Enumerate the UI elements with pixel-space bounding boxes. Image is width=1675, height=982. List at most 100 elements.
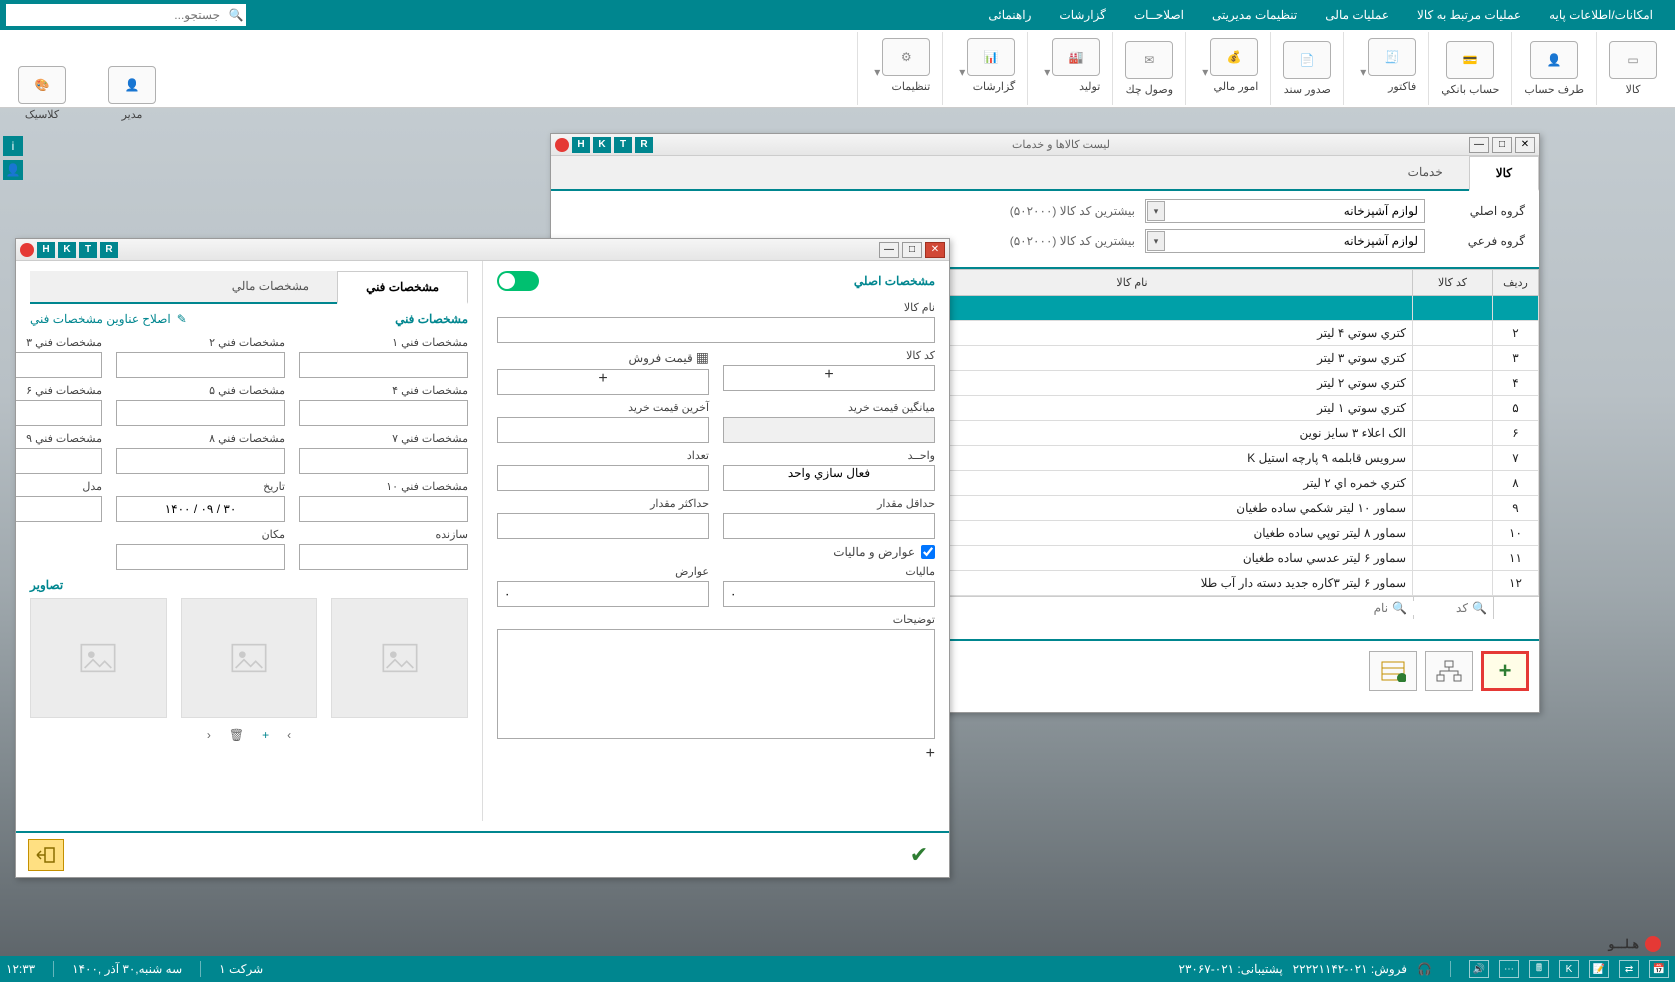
ribbon-theme-classic[interactable]: 🎨کلاسیک: [6, 66, 78, 121]
minimize-button[interactable]: —: [1469, 137, 1489, 153]
ribbon-voucher[interactable]: 📄صدور سند: [1270, 32, 1343, 105]
status-k-icon[interactable]: K: [1559, 960, 1579, 978]
shortcut-r[interactable]: R: [635, 137, 653, 153]
col-code[interactable]: کد کالا: [1413, 270, 1493, 296]
tech-spec-input[interactable]: [299, 400, 468, 426]
item-active-toggle[interactable]: [497, 271, 539, 291]
menu-goods-ops[interactable]: عملیات مرتبط به کالا: [1403, 8, 1535, 22]
min-input[interactable]: [723, 513, 935, 539]
tech-spec-input[interactable]: [299, 352, 468, 378]
status-speak-icon[interactable]: 🔊: [1469, 960, 1489, 978]
chevron-down-icon[interactable]: ▾: [1147, 231, 1165, 251]
list-view-button[interactable]: [1369, 651, 1417, 691]
menu-mgmt-settings[interactable]: تنظیمات مدیریتی: [1198, 8, 1311, 22]
close-button[interactable]: ✕: [925, 242, 945, 258]
main-group-input[interactable]: [1145, 199, 1425, 223]
sale-price-add[interactable]: +: [497, 369, 709, 395]
shortcut-k[interactable]: K: [58, 242, 76, 258]
chevron-down-icon[interactable]: ▾: [1040, 65, 1050, 79]
group-tree-button[interactable]: [1425, 651, 1473, 691]
tech-spec-input[interactable]: [299, 496, 468, 522]
maximize-button[interactable]: □: [902, 242, 922, 258]
image-prev[interactable]: ‹: [207, 728, 211, 742]
tech-spec-input[interactable]: [299, 448, 468, 474]
edit-spec-titles-link[interactable]: ✎اصلاح عناوین مشخصات فني: [30, 312, 187, 326]
shortcut-k[interactable]: K: [593, 137, 611, 153]
status-convert-icon[interactable]: ⇄: [1619, 960, 1639, 978]
shortcut-t[interactable]: T: [79, 242, 97, 258]
ribbon-user-admin[interactable]: 👤مدیر: [96, 66, 168, 121]
tech-spec-input[interactable]: [116, 448, 285, 474]
qty-input[interactable]: [497, 465, 709, 491]
menu-reports[interactable]: گزارشات: [1045, 8, 1119, 22]
tech-spec-input[interactable]: [116, 496, 285, 522]
ribbon-finance[interactable]: 💰امور مالي▾: [1185, 32, 1270, 105]
ribbon-cheque[interactable]: ✉وصول چك: [1112, 32, 1185, 105]
tax-checkbox[interactable]: [921, 545, 935, 559]
image-slot-1[interactable]: [331, 598, 468, 718]
ribbon-reports[interactable]: 📊گزارشات▾: [942, 32, 1027, 105]
duty-input[interactable]: [497, 581, 709, 607]
max-input[interactable]: [497, 513, 709, 539]
last-buy-input[interactable]: [497, 417, 709, 443]
exit-button[interactable]: [28, 839, 64, 871]
tech-spec-input[interactable]: [16, 496, 102, 522]
status-calc-icon[interactable]: 🖩: [1529, 960, 1549, 978]
ribbon-production[interactable]: 🏭توليد▾: [1027, 32, 1112, 105]
ribbon-settings[interactable]: ⚙تنظيمات▾: [857, 32, 942, 105]
main-group-combo[interactable]: ▾: [1145, 199, 1425, 223]
chevron-down-icon[interactable]: ▾: [870, 65, 880, 79]
global-search[interactable]: 🔍: [6, 4, 246, 26]
chevron-down-icon[interactable]: ▾: [1356, 65, 1366, 79]
col-row[interactable]: رديف: [1493, 270, 1539, 296]
tech-spec-input[interactable]: [16, 448, 102, 474]
menu-help[interactable]: راهنمائی: [974, 8, 1045, 22]
tech-spec-input[interactable]: [116, 400, 285, 426]
chevron-down-icon[interactable]: ▾: [1198, 65, 1208, 79]
item-detail-titlebar[interactable]: H K T R — □ ✕: [16, 239, 949, 261]
tab-finance-specs[interactable]: مشخصات مالي: [204, 271, 337, 302]
tech-spec-input[interactable]: [16, 400, 102, 426]
add-item-button[interactable]: +: [1481, 651, 1529, 691]
info-widget-icon[interactable]: i: [3, 136, 23, 156]
shortcut-r[interactable]: R: [100, 242, 118, 258]
confirm-button[interactable]: ✔: [901, 839, 937, 871]
status-cal-icon[interactable]: 📅: [1649, 960, 1669, 978]
status-note-icon[interactable]: 📝: [1589, 960, 1609, 978]
ribbon-invoice[interactable]: 🧾فاکتور▾: [1343, 32, 1428, 105]
menu-basics[interactable]: امکانات/اطلاعات پایه: [1535, 8, 1667, 22]
image-slot-3[interactable]: [30, 598, 167, 718]
chevron-down-icon[interactable]: ▾: [1147, 201, 1165, 221]
shortcut-h[interactable]: H: [572, 137, 590, 153]
image-next[interactable]: ›: [287, 728, 291, 742]
tech-spec-input[interactable]: [16, 352, 102, 378]
shortcut-t[interactable]: T: [614, 137, 632, 153]
image-delete[interactable]: 🗑: [229, 728, 244, 742]
close-button[interactable]: ✕: [1515, 137, 1535, 153]
menu-finance-ops[interactable]: عملیات مالی: [1311, 8, 1403, 22]
tax-input[interactable]: [723, 581, 935, 607]
tax-checkbox-row[interactable]: عوارض و مالیات: [497, 545, 935, 559]
add-more-button[interactable]: +: [497, 745, 935, 763]
ribbon-goods[interactable]: ▭کالا: [1596, 32, 1669, 105]
ribbon-bank-account[interactable]: 💳حساب بانکي: [1428, 32, 1511, 105]
status-dots-icon[interactable]: ⋯: [1499, 960, 1519, 978]
global-search-input[interactable]: [6, 8, 226, 22]
item-name-input[interactable]: [497, 317, 935, 343]
tab-tech-specs[interactable]: مشخصات فني: [337, 271, 468, 304]
tab-services[interactable]: خدمات: [1382, 156, 1469, 189]
unit-activate-button[interactable]: فعال سازي واحد: [723, 465, 935, 491]
minimize-button[interactable]: —: [879, 242, 899, 258]
image-add[interactable]: +: [262, 728, 269, 742]
sub-group-input[interactable]: [1145, 229, 1425, 253]
image-slot-2[interactable]: [181, 598, 318, 718]
tech-spec-input[interactable]: [116, 544, 285, 570]
chevron-down-icon[interactable]: ▾: [955, 65, 965, 79]
tab-goods[interactable]: کالا: [1469, 156, 1539, 191]
user-widget-icon[interactable]: 👤: [3, 160, 23, 180]
maximize-button[interactable]: □: [1492, 137, 1512, 153]
tech-spec-input[interactable]: [299, 544, 468, 570]
menu-corrections[interactable]: اصلاحــات: [1120, 8, 1198, 22]
item-code-add[interactable]: +: [723, 365, 935, 391]
tech-spec-input[interactable]: [116, 352, 285, 378]
